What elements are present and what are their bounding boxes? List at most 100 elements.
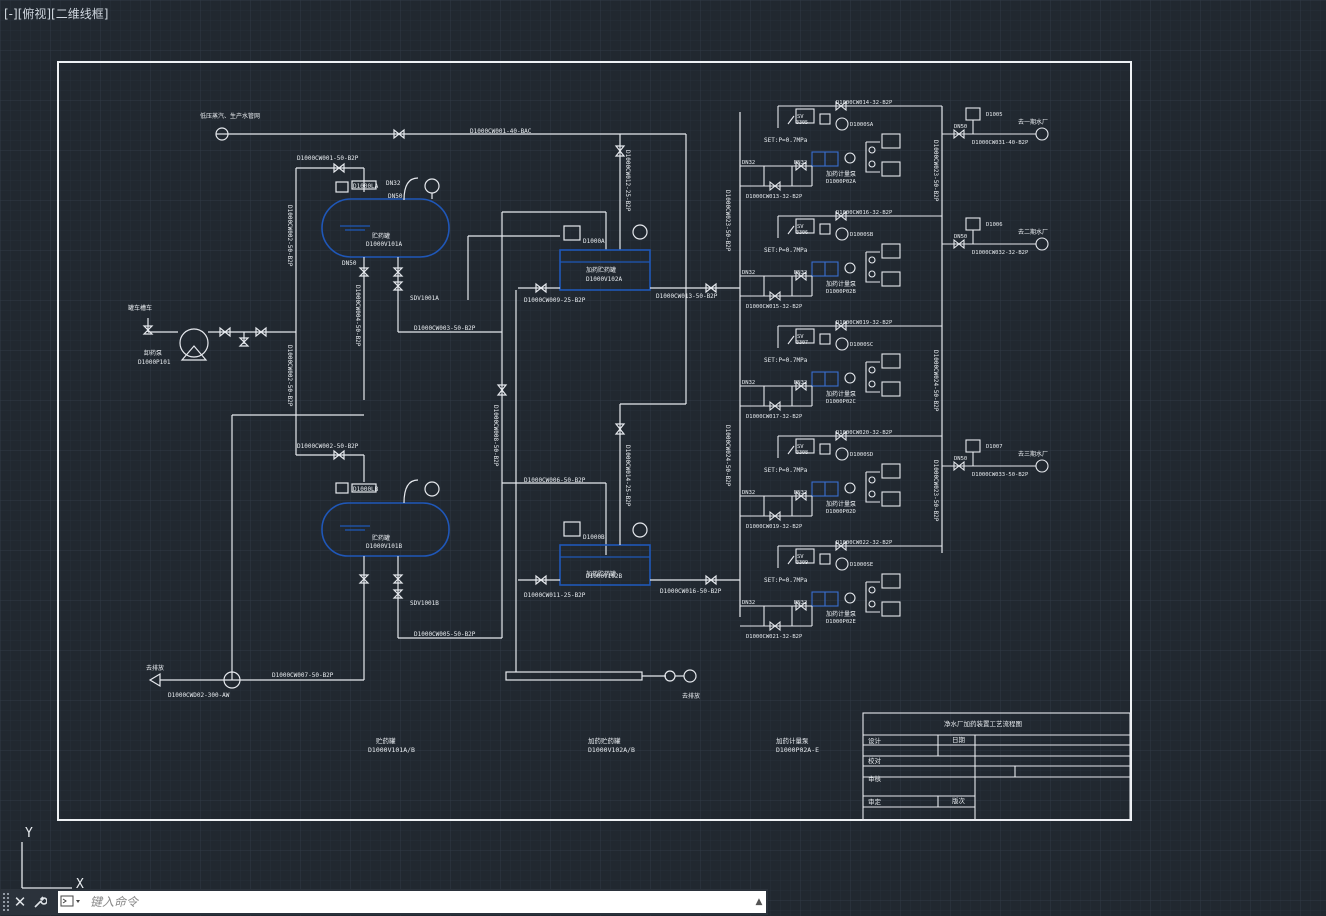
day-tank1-name: 加药贮药罐: [586, 266, 616, 274]
set-pressure: SET:P=0.7MPa: [764, 137, 808, 144]
valve-a-tag: SDV1001A: [410, 295, 439, 302]
customize-wrench-icon[interactable]: [30, 890, 50, 914]
vertical-pipe-mid: D1000CW004-50-B2P: [354, 285, 361, 347]
tank1-name: 贮药罐: [372, 232, 390, 240]
sv-tag: 3309: [796, 560, 808, 566]
top-inlet-label: 低压蒸汽、生产水管网: [200, 112, 260, 120]
valve-b-tag: SDV1001B: [410, 600, 439, 607]
header-pipe-right: D1000CW023-50-B2P: [932, 140, 939, 202]
skid-name: 加药计量泵: [826, 390, 856, 398]
tank1-box: D1000LA: [353, 183, 379, 190]
pipe-day1-out: D1000CW013-50-B2P: [656, 293, 718, 300]
vertical-pipe-right: D1000CW012-25-B2P: [624, 150, 631, 212]
tank1-drain: DN50: [342, 260, 357, 267]
sv-tag: 3307: [796, 340, 808, 346]
tank2-tag: D1000V101B: [366, 543, 403, 550]
pipe-bottom: D1000CW019-32-B2P: [746, 524, 803, 530]
title-block-date: 日期: [952, 736, 966, 744]
outlet-dn: DN50: [954, 456, 967, 462]
pipe-top: D1000CW022-32-B2P: [836, 540, 893, 546]
day-tank1-box: D1000A: [583, 238, 605, 245]
dn-b: DN32: [794, 270, 807, 276]
outlet-pipe: D1000CW031-40-B2P: [972, 140, 1029, 146]
skid-tag: D1000P02C: [826, 399, 856, 405]
set-pressure: SET:P=0.7MPa: [764, 247, 808, 254]
skid-tag: D1000P02A: [826, 179, 856, 185]
header-pipe-right2: D1000CW024-50-B2P: [932, 350, 939, 412]
bottom-exit-tag: D1000CWD02-300-AW: [168, 692, 230, 699]
dn-a: DN32: [742, 380, 755, 386]
dn-b: DN32: [794, 490, 807, 496]
title-block-review: 审核: [868, 774, 882, 783]
pipe-bottom: D1000CW015-32-B2P: [746, 304, 803, 310]
title-block-check: 校对: [868, 756, 882, 765]
outlet-dest: 去一期水厂: [1018, 118, 1048, 126]
command-grip[interactable]: [2, 892, 10, 912]
tank1-dn32: DN32: [386, 180, 401, 187]
pipe-bottom: D1000CW021-32-B2P: [746, 634, 803, 640]
top-main-pipe-label: D1000CW001-40-BAC: [470, 128, 532, 135]
outlet-pipe: D1000CW032-32-B2P: [972, 250, 1029, 256]
pipe-top: D1000CW016-32-B2P: [836, 210, 893, 216]
dn-b: DN32: [794, 600, 807, 606]
pipe-tank1-top-label: D1000CW001-50-B2P: [297, 155, 359, 162]
legend-3-name: 加药计量泵: [776, 736, 809, 745]
legend-2-tag: D1000V102A/B: [588, 746, 635, 754]
title-block-design: 设计: [868, 736, 882, 745]
skid-name: 加药计量泵: [826, 610, 856, 618]
bottom-line-label: D1000CW007-50-B2P: [272, 672, 334, 679]
title-block-version: 版次: [952, 796, 966, 805]
unit-box: D1000SD: [850, 452, 873, 458]
viewport-controls[interactable]: [-][俯视][二维线框]: [4, 5, 108, 22]
pump-label: 卸药泵: [144, 349, 162, 357]
skid-tag: D1000P02E: [826, 619, 856, 625]
pipe-day1-in: D1000CW009-25-B2P: [524, 297, 586, 304]
bottom-right-label: 去排放: [682, 692, 700, 700]
bottom-exit-label: 去排放: [146, 664, 164, 672]
skid-tag: D1000P02B: [826, 289, 856, 295]
pipe-top: D1000CW019-32-B2P: [836, 320, 893, 326]
header-pipe-left: D1000CW023-50-B2P: [724, 190, 731, 252]
vertical-pipe-center: D1000CW008-50-B2P: [492, 405, 499, 467]
day-tank1-tag: D1000V102A: [586, 276, 623, 283]
pipe-after-b: D1000CW005-50-B2P: [414, 631, 476, 638]
dn-b: DN32: [794, 160, 807, 166]
command-input[interactable]: [84, 892, 752, 912]
dn-a: DN32: [742, 600, 755, 606]
sv-tag: 3305: [796, 120, 808, 126]
legend-1-tag: D1000V101A/B: [368, 746, 415, 754]
legend-3-tag: D1000P02A-E: [776, 746, 819, 754]
unit-box: D1000SB: [850, 232, 874, 238]
header-pipe-left2: D1000CW024-50-B2P: [724, 425, 731, 487]
legend-1-name: 贮药罐: [376, 736, 396, 745]
vertical-pipe-left2: D1000CW002-50-B2P: [286, 345, 293, 407]
pipe-day2-in: D1000CW011-25-B2P: [524, 592, 586, 599]
skid-tag: D1000P02D: [826, 509, 856, 515]
pipe-top: D1000CW020-32-B2P: [836, 430, 893, 436]
command-prompt-icon[interactable]: [58, 893, 84, 911]
pump-tag: D1000P101: [138, 359, 171, 366]
tank1-tag: D1000V101A: [366, 241, 403, 248]
outlet-dest: 去三期水厂: [1018, 450, 1048, 458]
set-pressure: SET:P=0.7MPa: [764, 357, 808, 364]
drawing-canvas[interactable]: SV3305SET:P=0.7MPaDN32 DN32加药计量泵D1000P02A…: [0, 0, 1326, 916]
unit-box: D1000SC: [850, 342, 873, 348]
outlet-tag: D1006: [986, 222, 1003, 228]
vertical-pipe-left: D1000CW002-50-B2P: [286, 205, 293, 267]
outlet-pipe: D1000CW033-50-B2P: [972, 472, 1029, 478]
unit-box: D1000SE: [850, 562, 873, 568]
pipe-day2-out: D1000CW016-50-B2P: [660, 588, 722, 595]
pipe-bottom: D1000CW017-32-B2P: [746, 414, 803, 420]
outlet-dn: DN50: [954, 124, 967, 130]
pipe-bottom: D1000CW013-32-B2P: [746, 194, 803, 200]
outlet-dest: 去二期水厂: [1018, 228, 1048, 236]
dn-b: DN32: [794, 380, 807, 386]
command-input-wrap: ▲: [58, 891, 766, 913]
chevron-up-icon[interactable]: ▲: [752, 892, 766, 912]
header-pipe-right3: D1000CW023-50-B2P: [932, 460, 939, 522]
tank2-name: 贮药罐: [372, 534, 390, 542]
pipe-top: D1000CW014-32-B2P: [836, 100, 893, 106]
outlet-dn: DN50: [954, 234, 967, 240]
close-icon[interactable]: ✕: [10, 890, 30, 914]
set-pressure: SET:P=0.7MPa: [764, 577, 808, 584]
